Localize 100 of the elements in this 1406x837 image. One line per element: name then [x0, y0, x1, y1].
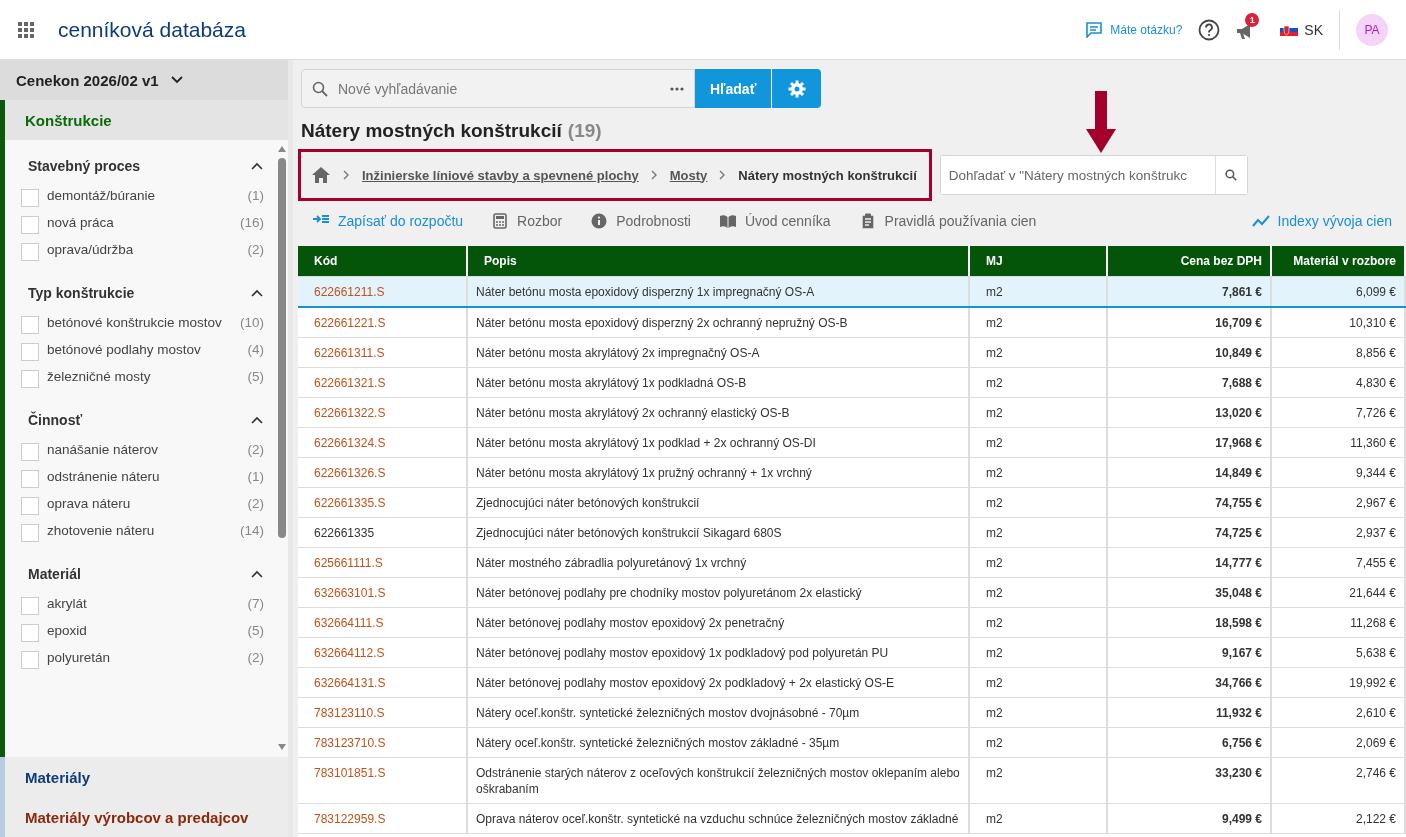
user-avatar[interactable]: PA [1356, 13, 1388, 46]
checkbox[interactable] [21, 243, 39, 261]
table-cell: Náter betónu mosta akrylátový 2x ochranný elastický OS-B [468, 398, 970, 427]
checkbox[interactable] [21, 189, 39, 207]
filter-count: (2) [247, 650, 264, 666]
column-header[interactable]: Materiál v rozbore [1272, 246, 1406, 276]
price-cell: 13,020 € [1108, 398, 1272, 427]
code-cell[interactable]: 622661335.S [298, 488, 468, 517]
code-cell[interactable]: 783123710.S [298, 728, 468, 757]
code-cell: 622661335 [298, 518, 468, 547]
table-row[interactable]: 783122959.S Oprava náterov oceľ.konštr. syntetické na vzduchu schnúce železničných mostov základné m2 9,499 € 2,122 € [298, 804, 1406, 834]
column-header[interactable]: Cena bez DPH [1108, 246, 1272, 276]
filter-label: nová práca [47, 215, 115, 231]
checkbox[interactable] [21, 597, 39, 615]
table-cell: Náter betónu mosta epoxidový disperzný 1x impregnačný OS-A [468, 277, 970, 306]
table-row[interactable]: 622661324.S Náter betónu mosta akrylátový 1x podklad + 2x ochranný OS-DI m2 17,968 € 11,360 € [298, 428, 1406, 458]
search-button[interactable] [1214, 156, 1247, 194]
sidebar-section[interactable]: Konštrukcie [0, 100, 288, 140]
price-cell: 9,167 € [1108, 638, 1272, 667]
toolbar-button[interactable]: Podrobnosti [590, 213, 691, 229]
toolbar-button[interactable]: Pravidlá používania cien [858, 213, 1037, 229]
filter-count: (7) [247, 596, 264, 612]
column-header[interactable]: Kód [298, 246, 468, 276]
filter-count: (4) [247, 342, 264, 358]
table-row[interactable]: 783101851.S Odstránenie starých náterov z oceľových konštrukcií železničných mostov oklepaním alebo oškrabaním m2 33,230 € 2,746 € [298, 758, 1406, 804]
column-header[interactable]: MJ [970, 246, 1108, 276]
toolbar-button[interactable]: Úvod cenníka [718, 213, 831, 229]
checkbox[interactable] [21, 651, 39, 669]
table-row[interactable]: 632663101.S Náter betónovej podlahy pre chodníky mostov polyuretánom 2x elastický m2 35,048 € 21,644 € [298, 578, 1406, 608]
search-field[interactable]: Nové vyhľadávanie [336, 79, 662, 98]
checkbox[interactable] [21, 470, 39, 488]
checkbox[interactable] [21, 497, 39, 515]
checkbox[interactable] [21, 343, 39, 361]
table-row[interactable]: 622661326.S Náter betónu mosta akrylátový 1x pružný ochranný + 1x vrchný m2 14,849 € 9,344 € [298, 458, 1406, 488]
checkbox[interactable] [21, 443, 39, 461]
table-cell: m2 [970, 728, 1108, 757]
more-icon[interactable] [670, 86, 684, 91]
sidebar-section[interactable]: Materiály výrobcov a predajcov [0, 797, 288, 837]
code-cell[interactable]: 622661211.S [298, 277, 468, 306]
table-row[interactable]: 783123710.S Nátery oceľ.konštr. syntetické železničných mostov základné - 35µm m2 6,756 € 2,069 € [298, 728, 1406, 758]
code-cell[interactable]: 622661326.S [298, 458, 468, 487]
checkbox[interactable] [21, 370, 39, 388]
table-row[interactable]: 783123110.S Nátery oceľ.konštr. syntetické železničných mostov dvojnásobné - 70µm m2 11,932 € 2,610 € [298, 698, 1406, 728]
price-cell: 7,688 € [1108, 368, 1272, 397]
code-cell[interactable]: 625661111.S [298, 548, 468, 577]
code-cell[interactable]: 632663101.S [298, 578, 468, 607]
checkbox[interactable] [21, 316, 39, 334]
table-row[interactable]: 632664111.S Náter betónovej podlahy mostov epoxidový 2x penetračný m2 18,598 € 11,268 € [298, 608, 1406, 638]
home-icon[interactable] [311, 166, 331, 184]
code-cell[interactable]: 783123110.S [298, 698, 468, 727]
code-cell[interactable]: 632664111.S [298, 608, 468, 637]
version-selector[interactable]: Cenekon 2026/02 v1 [0, 60, 288, 100]
annotation-arrow [1086, 91, 1116, 153]
table-row[interactable]: 625661111.S Náter mostného zábradlia polyuretánový 1x vrchný m2 14,777 € 7,455 € [298, 548, 1406, 578]
table-row[interactable]: 632664131.S Náter betónovej podlahy mostov epoxidový 2x podkladový + 2x elastický OS-E m2 34,766 € 19,992 € [298, 668, 1406, 698]
language-selector[interactable]: SK [1274, 9, 1340, 50]
table-row[interactable]: 622661335.S Zjednocujúci náter betónových konštrukcií m2 74,755 € 2,967 € [298, 488, 1406, 518]
price-cell: 34,766 € [1108, 668, 1272, 697]
checkbox[interactable] [21, 624, 39, 642]
help-icon[interactable] [1198, 18, 1221, 41]
table-row[interactable]: 622661335 Zjednocujúci náter betónových konštrukcií Sikagard 680S m2 74,725 € 2,937 € [298, 518, 1406, 548]
code-cell[interactable]: 622661324.S [298, 428, 468, 457]
code-cell[interactable]: 632664112.S [298, 638, 468, 667]
filter-label: železničné mosty [47, 369, 152, 385]
breadcrumb-link[interactable]: Mosty [669, 167, 708, 183]
filter-label: zhotovenie náteru [47, 523, 156, 539]
settings-button[interactable] [771, 69, 822, 108]
price-cell: 35,048 € [1108, 578, 1272, 607]
table-row[interactable]: 622661321.S Náter betónu mosta akrylátový 1x podkladná OS-B m2 7,688 € 4,830 € [298, 368, 1406, 398]
code-cell[interactable]: 632664131.S [298, 668, 468, 697]
code-cell[interactable]: 622661311.S [298, 338, 468, 367]
table-row[interactable]: 622661311.S Náter betónu mosta akrylátový 2x impregnačný OS-A m2 10,849 € 8,856 € [298, 338, 1406, 368]
page-title: Nátery mostných konštrukcií [301, 120, 562, 141]
code-cell[interactable]: 622661221.S [298, 308, 468, 337]
filter-search-bar[interactable]: Dohľadať v "Nátery mostných konštrukc [939, 155, 1248, 195]
code-cell[interactable]: 783122959.S [298, 804, 468, 833]
price-cell: 16,709 € [1108, 308, 1272, 337]
breadcrumb-link[interactable]: Inžinierske líniové stavby a spevnené plochy [362, 167, 639, 183]
toolbar-button[interactable]: Rozbor [491, 213, 563, 229]
code-cell[interactable]: 622661322.S [298, 398, 468, 427]
table-cell: 2,937 € [1272, 518, 1406, 547]
breadcrumb-link[interactable]: Nátery mostných konštrukcií [738, 167, 917, 183]
table-row[interactable]: 622661322.S Náter betónu mosta akrylátový 2x ochranný elastický OS-B m2 13,020 € 7,726 € [298, 398, 1406, 428]
table-row[interactable]: 622661211.S Náter betónu mosta epoxidový disperzný 1x impregnačný OS-A m2 7,861 € 6,099 € [298, 277, 1406, 308]
table-row[interactable]: 632664112.S Náter betónovej podlahy mostov epoxidový 1x podkladový pod polyuretán PU m2 9,167 € 5,638 € [298, 638, 1406, 668]
table-cell: m2 [970, 518, 1108, 547]
sidebar-section[interactable]: Materiály [0, 757, 288, 797]
code-cell[interactable]: 622661321.S [298, 368, 468, 397]
table-cell: m2 [970, 608, 1108, 637]
table-cell: Náter betónu mosta akrylátový 1x podklad + 2x ochranný OS-DI [468, 428, 970, 457]
checkbox[interactable] [21, 524, 39, 542]
code-cell[interactable]: 783101851.S [298, 758, 468, 803]
checkbox[interactable] [21, 216, 39, 234]
table-cell: m2 [970, 398, 1108, 427]
question-link[interactable]: Máte otázku? [1086, 21, 1183, 38]
table-row[interactable]: 622661221.S Náter betónu mosta epoxidový disperzný 2x ochranný nepružný OS-B m2 16,709 € 10,310 € [298, 308, 1406, 338]
search-bar[interactable]: Nové vyhľadávanie [301, 69, 695, 108]
column-header[interactable]: Popis [468, 246, 970, 276]
apps-grid-icon[interactable] [18, 21, 34, 38]
filter-label: oprava/údržba [47, 242, 135, 258]
